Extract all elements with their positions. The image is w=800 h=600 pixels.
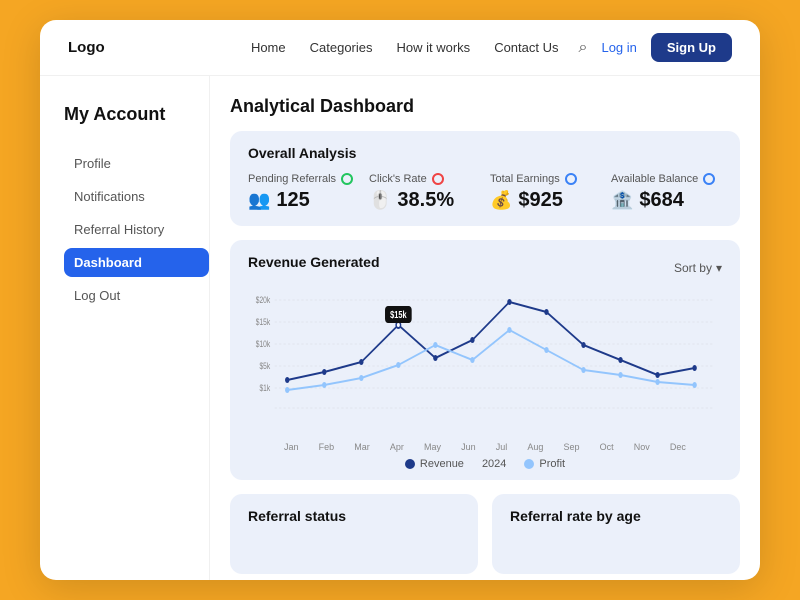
legend-profit: Profit xyxy=(524,458,565,470)
metric-dot-0 xyxy=(341,173,353,185)
legend-2024: 2024 xyxy=(482,458,506,470)
metric-dot-3 xyxy=(703,173,715,185)
legend-label-2024: 2024 xyxy=(482,458,506,470)
metric-icon-0: 👥 xyxy=(248,190,270,211)
sidebar: My Account Profile Notifications Referra… xyxy=(40,76,210,580)
chevron-down-icon: ▾ xyxy=(716,261,722,275)
metric-label-0: Pending Referrals xyxy=(248,173,336,185)
chart-legend: Revenue 2024 Profit xyxy=(248,458,722,470)
revenue-card: Revenue Generated Sort by ▾ xyxy=(230,240,740,480)
sort-by-label: Sort by xyxy=(674,261,712,275)
x-label-may: May xyxy=(424,442,441,452)
revenue-chart: $20k $15k $10k $5k $1k xyxy=(248,290,722,420)
metric-label-1: Click's Rate xyxy=(369,173,427,185)
search-button[interactable]: ⌕ xyxy=(579,39,588,57)
metric-clicks-rate: Click's Rate 🖱️ 38.5% xyxy=(369,173,480,212)
metric-dot-2 xyxy=(565,173,577,185)
x-label-jan: Jan xyxy=(284,442,299,452)
metric-pending-referrals: Pending Referrals 👥 125 xyxy=(248,173,359,212)
metric-total-earnings: Total Earnings 💰 $925 xyxy=(490,173,601,212)
logo: Logo xyxy=(68,39,105,56)
x-label-aug: Aug xyxy=(527,442,543,452)
page-title: Analytical Dashboard xyxy=(230,96,740,117)
sidebar-item-referral-history[interactable]: Referral History xyxy=(64,215,209,244)
svg-text:$20k: $20k xyxy=(256,295,270,305)
metric-icon-2: 💰 xyxy=(490,190,512,211)
metric-value-2: $925 xyxy=(518,189,563,212)
svg-text:$10k: $10k xyxy=(256,339,270,349)
svg-text:$15k: $15k xyxy=(390,309,407,320)
x-label-nov: Nov xyxy=(634,442,650,452)
metric-icon-3: 🏦 xyxy=(611,190,633,211)
legend-label-revenue: Revenue xyxy=(420,458,464,470)
x-label-jul: Jul xyxy=(496,442,508,452)
x-label-feb: Feb xyxy=(319,442,335,452)
overall-analysis-card: Overall Analysis Pending Referrals 👥 125 xyxy=(230,131,740,226)
nav-categories[interactable]: Categories xyxy=(310,40,373,55)
navbar: Logo Home Categories How it works Contac… xyxy=(40,20,760,76)
metric-value-1: 38.5% xyxy=(397,189,454,212)
nav-how-it-works[interactable]: How it works xyxy=(397,40,471,55)
revenue-header: Revenue Generated Sort by ▾ xyxy=(248,254,722,282)
sort-by-button[interactable]: Sort by ▾ xyxy=(674,261,722,275)
nav-home[interactable]: Home xyxy=(251,40,286,55)
referral-status-title: Referral status xyxy=(248,508,460,524)
x-label-sep: Sep xyxy=(563,442,579,452)
metric-icon-1: 🖱️ xyxy=(369,190,391,211)
login-button[interactable]: Log in xyxy=(601,40,636,55)
metric-value-3: $684 xyxy=(639,189,684,212)
chart-x-labels: Jan Feb Mar Apr May Jun Jul Aug Sep Oct … xyxy=(248,442,722,452)
referral-status-card: Referral status xyxy=(230,494,478,574)
legend-dot-profit xyxy=(524,459,534,469)
chart-area: $20k $15k $10k $5k $1k xyxy=(248,290,722,440)
nav-links: Home Categories How it works Contact Us xyxy=(251,39,559,57)
metric-available-balance: Available Balance 🏦 $684 xyxy=(611,173,722,212)
x-label-apr: Apr xyxy=(390,442,404,452)
referral-rate-by-age-card: Referral rate by age xyxy=(492,494,740,574)
sidebar-item-notifications[interactable]: Notifications xyxy=(64,182,209,211)
metric-label-3: Available Balance xyxy=(611,173,698,185)
sidebar-menu: Profile Notifications Referral History D… xyxy=(64,149,209,310)
app-window: Logo Home Categories How it works Contac… xyxy=(40,20,760,580)
signup-button[interactable]: Sign Up xyxy=(651,33,732,62)
overall-analysis-title: Overall Analysis xyxy=(248,145,722,161)
metric-dot-1 xyxy=(432,173,444,185)
svg-text:$15k: $15k xyxy=(256,317,270,327)
x-label-jun: Jun xyxy=(461,442,476,452)
sidebar-item-profile[interactable]: Profile xyxy=(64,149,209,178)
main-layout: My Account Profile Notifications Referra… xyxy=(40,76,760,580)
content-area: Analytical Dashboard Overall Analysis Pe… xyxy=(210,76,760,580)
metric-value-0: 125 xyxy=(276,189,309,212)
referral-rate-by-age-title: Referral rate by age xyxy=(510,508,722,524)
sidebar-item-logout[interactable]: Log Out xyxy=(64,281,209,310)
revenue-title: Revenue Generated xyxy=(248,254,380,270)
metrics-row: Pending Referrals 👥 125 Click's Rate xyxy=(248,173,722,212)
legend-revenue: Revenue xyxy=(405,458,464,470)
svg-text:$5k: $5k xyxy=(259,361,270,371)
svg-text:$1k: $1k xyxy=(259,383,270,393)
metric-label-2: Total Earnings xyxy=(490,173,560,185)
x-label-oct: Oct xyxy=(600,442,614,452)
legend-label-profit: Profit xyxy=(539,458,565,470)
legend-dot-revenue xyxy=(405,459,415,469)
nav-icons: ⌕ Log in Sign Up xyxy=(579,33,733,62)
bottom-cards: Referral status Referral rate by age xyxy=(230,494,740,574)
sidebar-item-dashboard[interactable]: Dashboard xyxy=(64,248,209,277)
nav-contact[interactable]: Contact Us xyxy=(494,40,558,55)
sidebar-title: My Account xyxy=(64,104,209,125)
x-label-mar: Mar xyxy=(354,442,370,452)
x-label-dec: Dec xyxy=(670,442,686,452)
